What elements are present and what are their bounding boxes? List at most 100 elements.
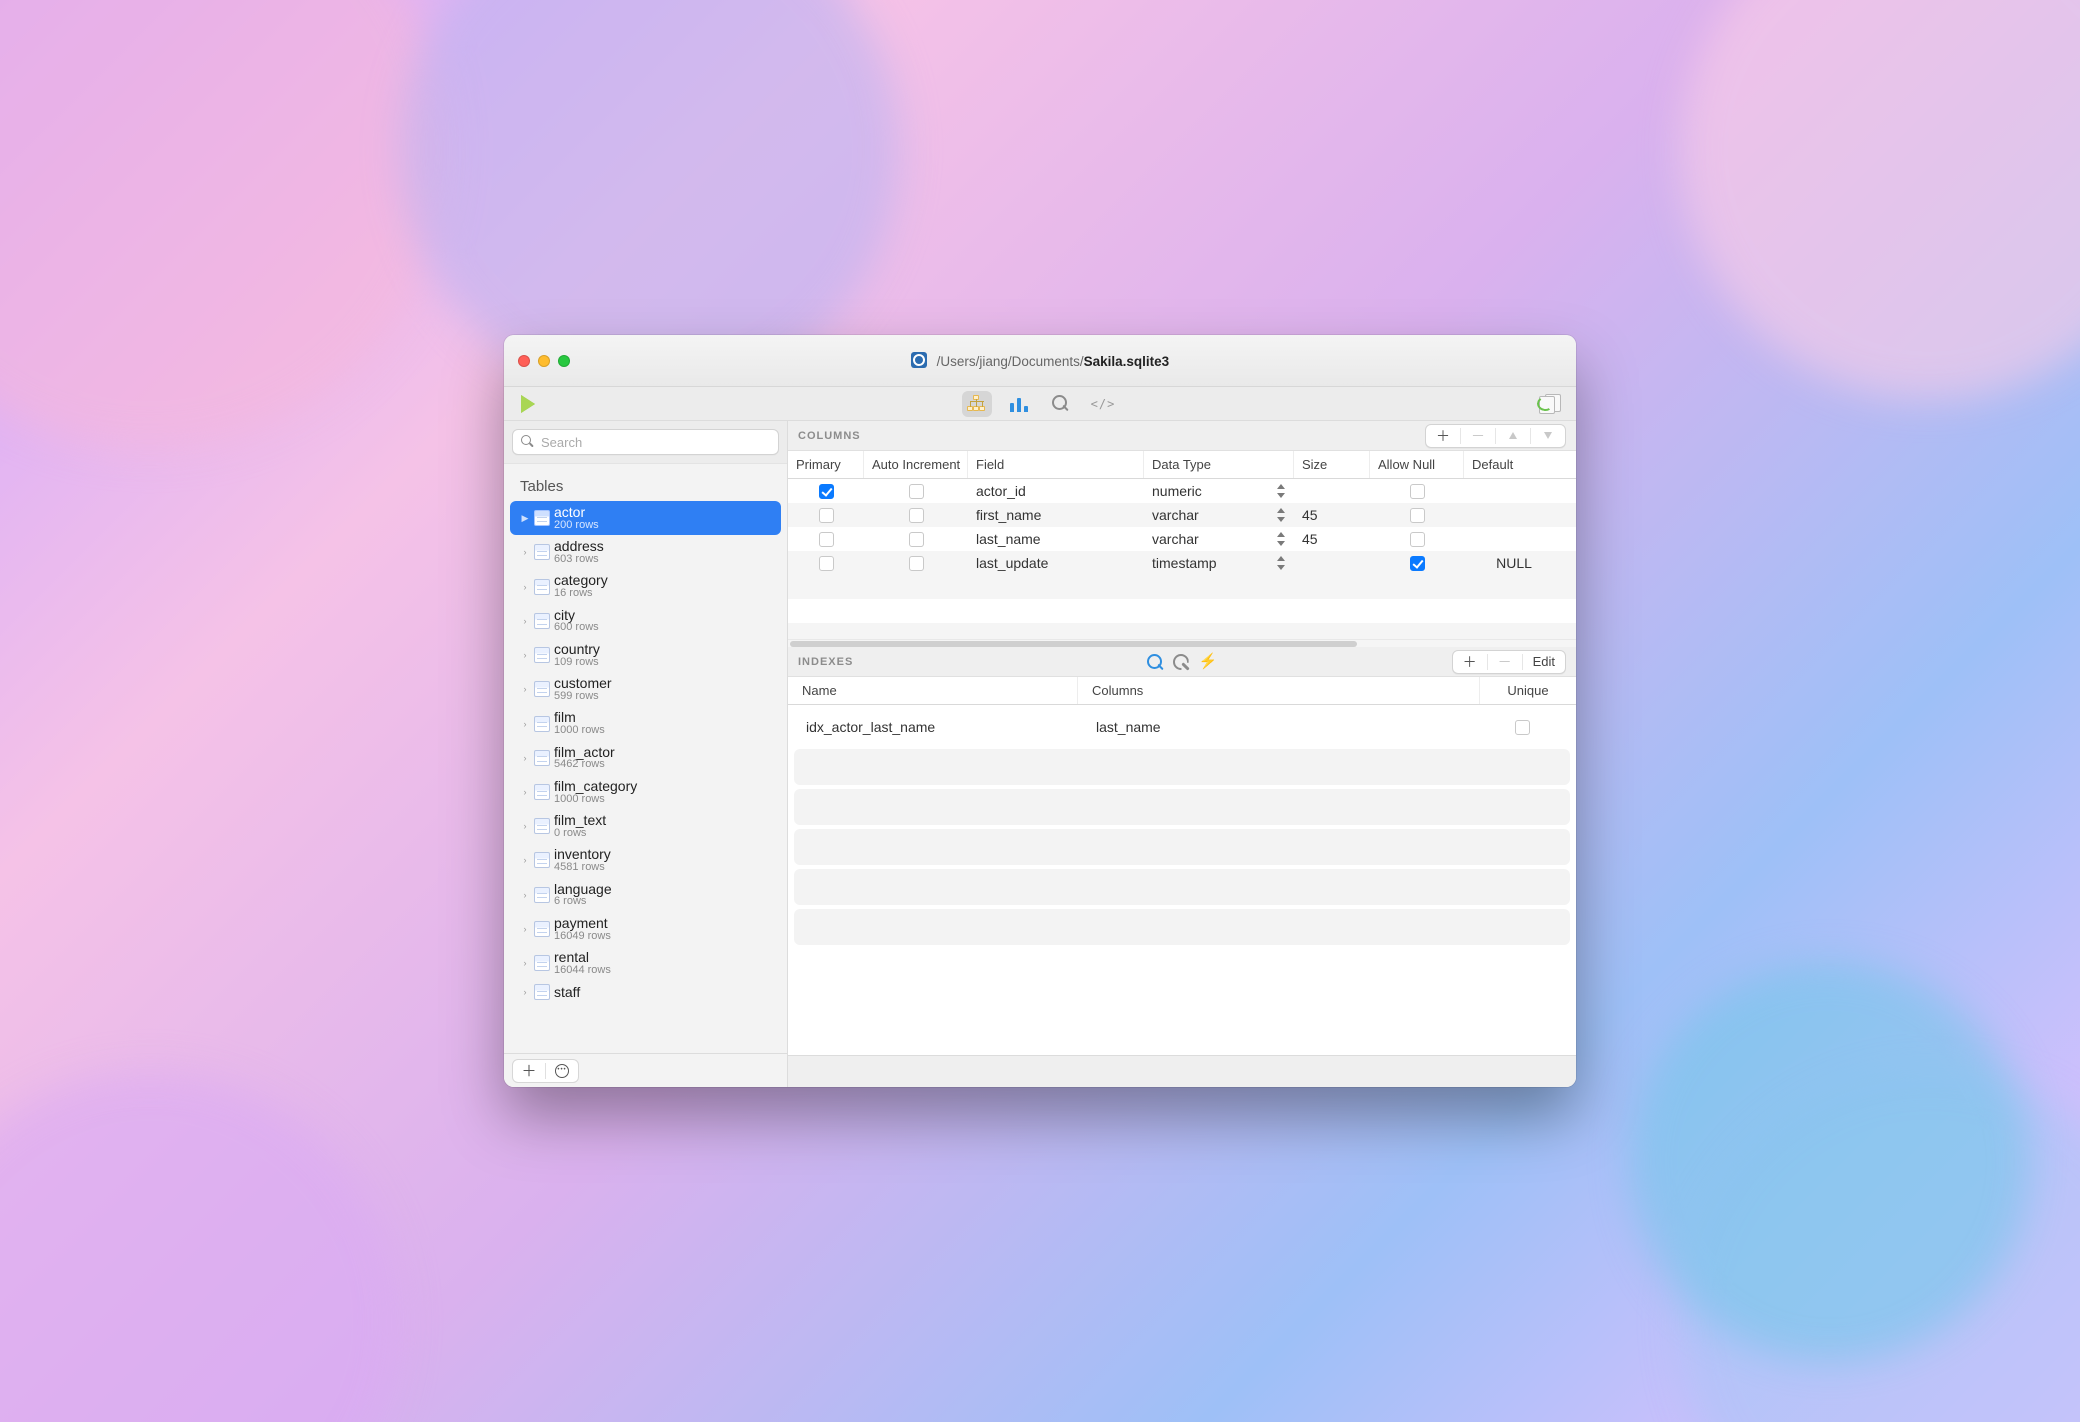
disclosure-icon[interactable]: › bbox=[520, 650, 530, 660]
sidebar-item-actor[interactable]: ▶actor200 rows bbox=[510, 501, 781, 535]
sidebar-item-film_category[interactable]: ›film_category1000 rows bbox=[510, 775, 781, 809]
minimize-window-button[interactable] bbox=[538, 355, 550, 367]
idx-header-unique[interactable]: Unique bbox=[1480, 677, 1576, 704]
move-column-up-button[interactable] bbox=[1496, 425, 1530, 447]
col-header-allow-null[interactable]: Allow Null bbox=[1370, 451, 1464, 478]
column-size[interactable]: 45 bbox=[1294, 507, 1370, 523]
primary-checkbox[interactable] bbox=[819, 556, 834, 571]
column-row[interactable]: last_namevarchar45 bbox=[788, 527, 1576, 551]
col-header-auto-increment[interactable]: Auto Increment bbox=[864, 451, 968, 478]
column-size[interactable]: 45 bbox=[1294, 531, 1370, 547]
remove-index-button[interactable]: － bbox=[1488, 651, 1522, 673]
column-row[interactable]: last_updatetimestamp NULL bbox=[788, 551, 1576, 575]
col-header-field[interactable]: Field bbox=[968, 451, 1144, 478]
columns-panel-header: COLUMNS ＋ － bbox=[788, 421, 1576, 451]
sidebar-item-city[interactable]: ›city600 rows bbox=[510, 604, 781, 638]
disclosure-icon[interactable]: › bbox=[520, 684, 530, 694]
columns-horizontal-scrollbar[interactable] bbox=[788, 639, 1576, 647]
search-box[interactable] bbox=[512, 429, 779, 455]
stepper-icon[interactable] bbox=[1276, 484, 1286, 498]
column-row[interactable]: first_namevarchar45 bbox=[788, 503, 1576, 527]
column-row[interactable]: actor_idnumeric bbox=[788, 479, 1576, 503]
allow-null-checkbox[interactable] bbox=[1410, 556, 1425, 571]
sidebar-item-film_actor[interactable]: ›film_actor5462 rows bbox=[510, 741, 781, 775]
primary-checkbox[interactable] bbox=[819, 532, 834, 547]
sidebar-item-category[interactable]: ›category16 rows bbox=[510, 569, 781, 603]
disclosure-icon[interactable]: › bbox=[520, 924, 530, 934]
col-header-size[interactable]: Size bbox=[1294, 451, 1370, 478]
disclosure-icon[interactable]: › bbox=[520, 753, 530, 763]
zoom-window-button[interactable] bbox=[558, 355, 570, 367]
refresh-button[interactable] bbox=[1534, 390, 1566, 418]
sidebar-item-film[interactable]: ›film1000 rows bbox=[510, 706, 781, 740]
triggers-button[interactable]: ⚡ bbox=[1199, 654, 1218, 669]
structure-view-button[interactable] bbox=[962, 391, 992, 417]
edit-index-button[interactable]: Edit bbox=[1523, 651, 1565, 673]
sidebar-item-country[interactable]: ›country109 rows bbox=[510, 638, 781, 672]
sidebar-item-customer[interactable]: ›customer599 rows bbox=[510, 672, 781, 706]
sidebar-item-inventory[interactable]: ›inventory4581 rows bbox=[510, 843, 781, 877]
arrow-up-icon bbox=[1509, 432, 1517, 439]
column-default[interactable]: NULL bbox=[1464, 555, 1564, 571]
stepper-icon[interactable] bbox=[1276, 532, 1286, 546]
disclosure-icon[interactable]: › bbox=[520, 958, 530, 968]
disclosure-icon[interactable]: ▶ bbox=[520, 513, 530, 524]
index-row[interactable]: idx_actor_last_namelast_name bbox=[794, 709, 1570, 745]
disclosure-icon[interactable]: › bbox=[520, 547, 530, 557]
sidebar-item-language[interactable]: ›language6 rows bbox=[510, 878, 781, 912]
auto-increment-checkbox[interactable] bbox=[909, 556, 924, 571]
sidebar-more-button[interactable]: ••• bbox=[546, 1060, 578, 1082]
disclosure-icon[interactable]: › bbox=[520, 987, 530, 997]
sql-view-button[interactable]: </> bbox=[1088, 391, 1118, 417]
column-field-name[interactable]: last_name bbox=[968, 531, 1144, 547]
auto-increment-checkbox[interactable] bbox=[909, 508, 924, 523]
column-field-name[interactable]: last_update bbox=[968, 555, 1144, 571]
idx-header-name[interactable]: Name bbox=[788, 677, 1078, 704]
sidebar-item-rental[interactable]: ›rental16044 rows bbox=[510, 946, 781, 980]
primary-checkbox[interactable] bbox=[819, 508, 834, 523]
column-data-type[interactable]: varchar bbox=[1144, 531, 1294, 547]
column-data-type[interactable]: numeric bbox=[1144, 483, 1294, 499]
add-table-button[interactable]: ＋ bbox=[513, 1060, 545, 1082]
auto-increment-checkbox[interactable] bbox=[909, 484, 924, 499]
index-name[interactable]: idx_actor_last_name bbox=[794, 719, 1084, 735]
column-data-type[interactable]: varchar bbox=[1144, 507, 1294, 523]
disclosure-icon[interactable]: › bbox=[520, 821, 530, 831]
sidebar-item-staff[interactable]: ›staff bbox=[510, 980, 781, 1004]
col-header-primary[interactable]: Primary bbox=[788, 451, 864, 478]
remove-column-button[interactable]: － bbox=[1461, 425, 1495, 447]
add-column-button[interactable]: ＋ bbox=[1426, 425, 1460, 447]
primary-checkbox[interactable] bbox=[819, 484, 834, 499]
col-header-default[interactable]: Default bbox=[1464, 451, 1564, 478]
close-window-button[interactable] bbox=[518, 355, 530, 367]
move-column-down-button[interactable] bbox=[1531, 425, 1565, 447]
sidebar-item-film_text[interactable]: ›film_text0 rows bbox=[510, 809, 781, 843]
allow-null-checkbox[interactable] bbox=[1410, 484, 1425, 499]
column-field-name[interactable]: actor_id bbox=[968, 483, 1144, 499]
query-view-button[interactable] bbox=[1046, 391, 1076, 417]
sidebar-item-address[interactable]: ›address603 rows bbox=[510, 535, 781, 569]
allow-null-checkbox[interactable] bbox=[1410, 508, 1425, 523]
col-header-data-type[interactable]: Data Type bbox=[1144, 451, 1294, 478]
column-field-name[interactable]: first_name bbox=[968, 507, 1144, 523]
content-view-button[interactable] bbox=[1004, 391, 1034, 417]
column-data-type[interactable]: timestamp bbox=[1144, 555, 1294, 571]
disclosure-icon[interactable]: › bbox=[520, 855, 530, 865]
run-query-button[interactable] bbox=[514, 390, 542, 418]
stepper-icon[interactable] bbox=[1276, 556, 1286, 570]
add-index-button[interactable]: ＋ bbox=[1453, 651, 1487, 673]
search-input[interactable] bbox=[541, 435, 770, 450]
auto-increment-checkbox[interactable] bbox=[909, 532, 924, 547]
idx-header-columns[interactable]: Columns bbox=[1078, 677, 1480, 704]
index-columns[interactable]: last_name bbox=[1084, 719, 1474, 735]
disclosure-icon[interactable]: › bbox=[520, 616, 530, 626]
index-unique-checkbox[interactable] bbox=[1515, 720, 1530, 735]
allow-null-checkbox[interactable] bbox=[1410, 532, 1425, 547]
tables-list[interactable]: ▶actor200 rows›address603 rows›category1… bbox=[504, 501, 787, 1053]
disclosure-icon[interactable]: › bbox=[520, 890, 530, 900]
disclosure-icon[interactable]: › bbox=[520, 787, 530, 797]
stepper-icon[interactable] bbox=[1276, 508, 1286, 522]
disclosure-icon[interactable]: › bbox=[520, 719, 530, 729]
disclosure-icon[interactable]: › bbox=[520, 582, 530, 592]
sidebar-item-payment[interactable]: ›payment16049 rows bbox=[510, 912, 781, 946]
